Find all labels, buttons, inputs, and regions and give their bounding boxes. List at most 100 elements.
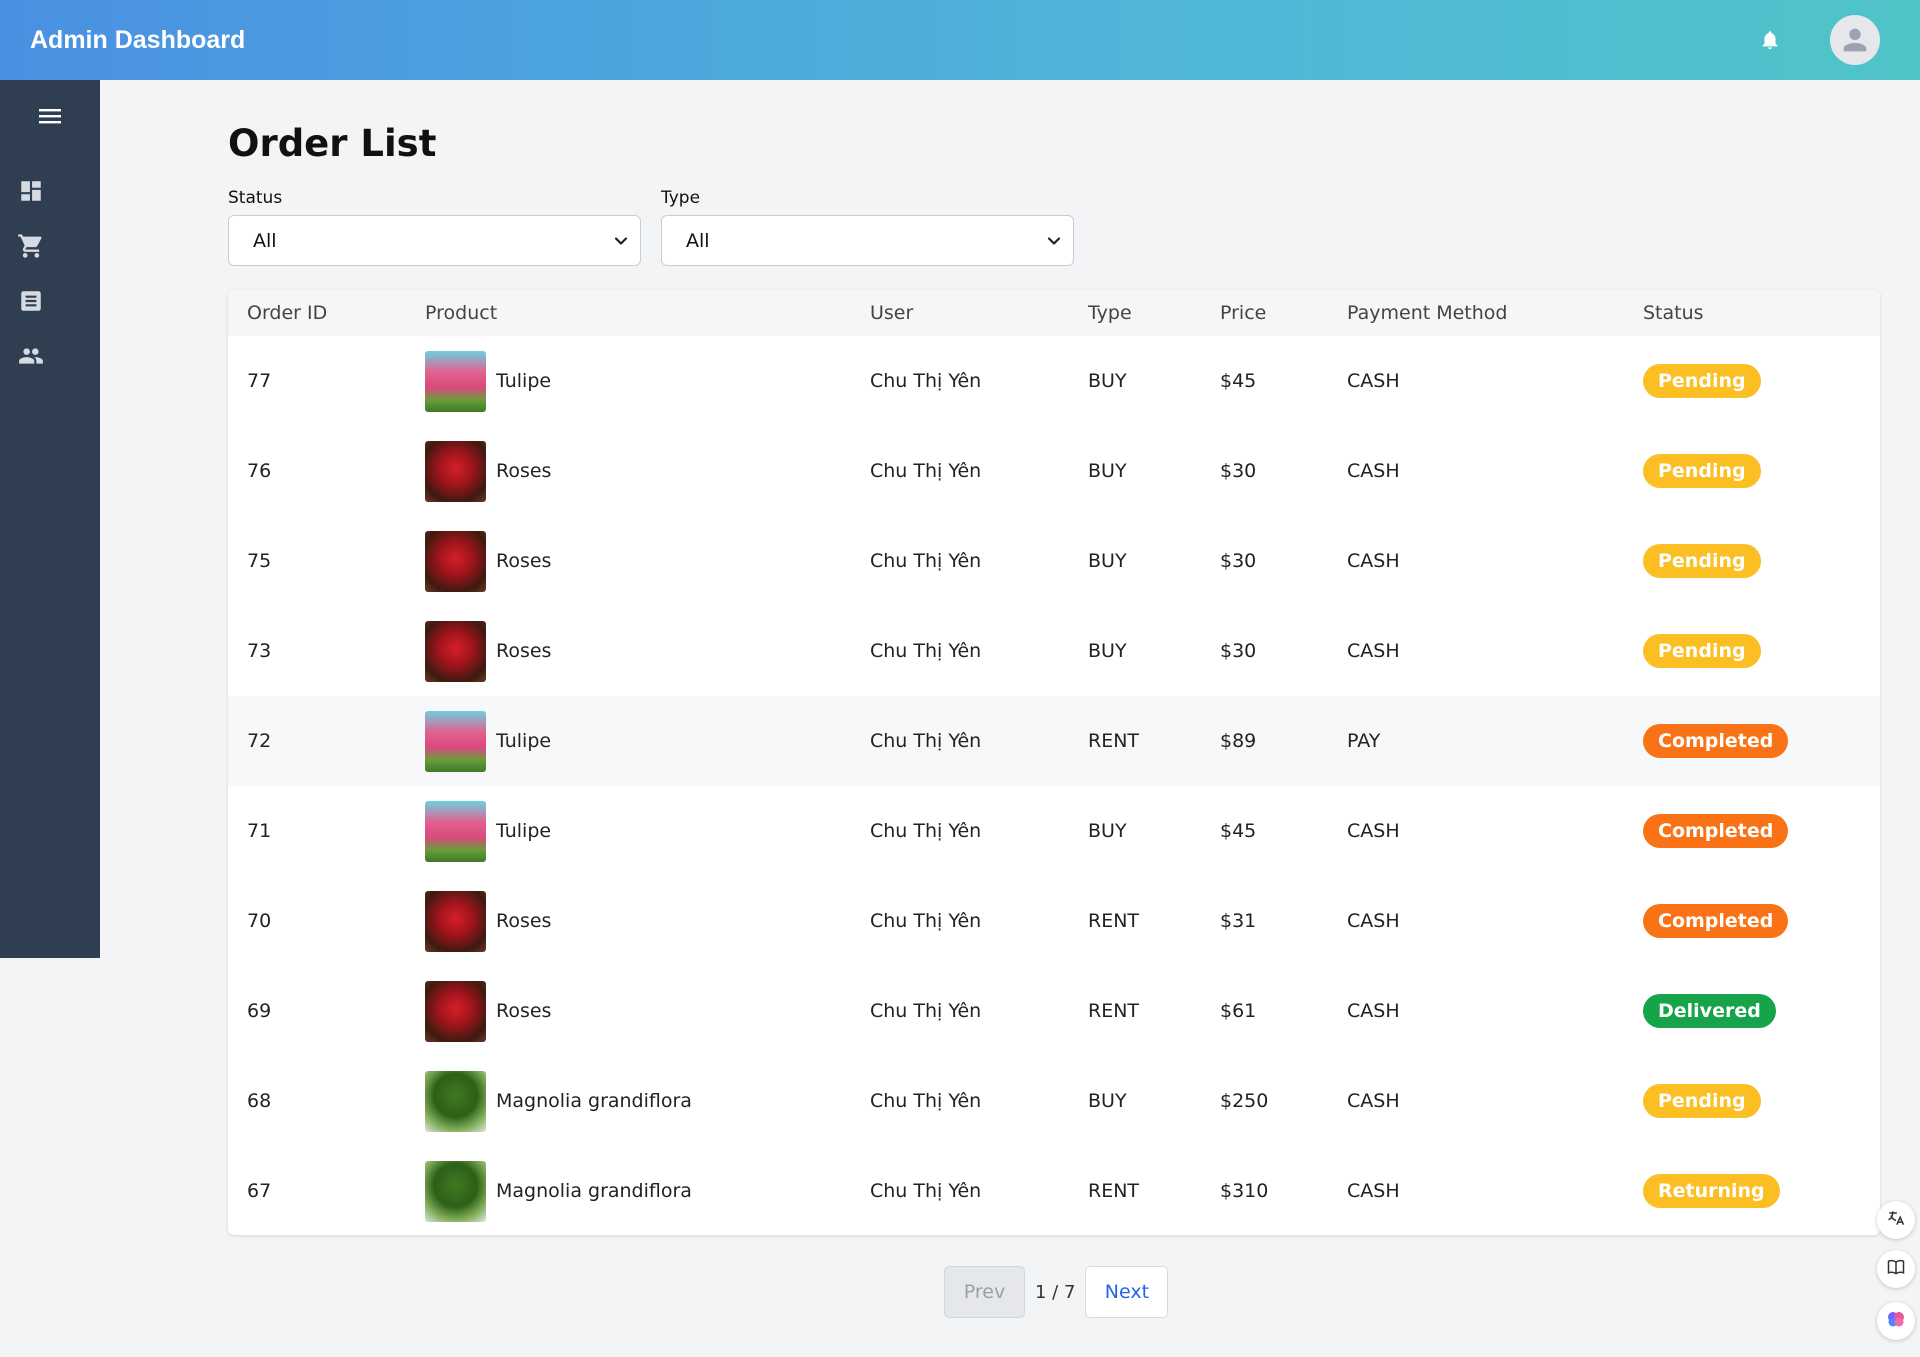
product-name: Roses [496,460,552,482]
user-cell: Chu Thị Yên [870,1000,982,1022]
product-thumbnail [425,620,486,682]
product-thumbnail [425,1070,486,1132]
table-row[interactable]: 69 Roses Chu Thị Yên RENT $61 CASH Delivered [228,966,1880,1056]
sidebar [0,80,100,958]
product-thumbnail [425,440,486,502]
status-badge: Completed [1643,814,1789,848]
sidebar-item-dashboard[interactable] [16,178,46,208]
user-cell: Chu Thị Yên [870,550,982,572]
chevron-down-icon [1045,232,1063,250]
payment-method-cell: CASH [1347,910,1400,932]
bell-icon[interactable] [1756,26,1784,54]
status-filter-select[interactable]: All [228,215,641,266]
payment-method-cell: CASH [1347,1000,1400,1022]
product-cell: Roses [425,606,551,696]
product-name: Roses [496,640,552,662]
type-cell: BUY [1088,820,1127,842]
table-row[interactable]: 71 Tulipe Chu Thị Yên BUY $45 CASH Completed [228,786,1880,876]
product-cell: Tulipe [425,786,551,876]
status-badge: Completed [1643,904,1789,938]
user-cell: Chu Thị Yên [870,820,982,842]
avatar[interactable] [1830,15,1880,65]
page-indicator: 1 / 7 [1035,1281,1076,1303]
product-cell: Magnolia grandiflora [425,1056,692,1146]
product-name: Magnolia grandiflora [496,1180,692,1202]
table-row[interactable]: 73 Roses Chu Thị Yên BUY $30 CASH Pending [228,606,1880,696]
user-cell: Chu Thị Yên [870,910,982,932]
price-cell: $89 [1220,730,1257,752]
table-row[interactable]: 76 Roses Chu Thị Yên BUY $30 CASH Pending [228,426,1880,516]
status-cell: Delivered [1643,966,1776,1056]
product-thumbnail [425,800,486,862]
chevron-down-icon [612,232,630,250]
order-id-cell: 69 [247,1000,272,1022]
price-cell: $45 [1220,370,1257,392]
table-row[interactable]: 75 Roses Chu Thị Yên BUY $30 CASH Pending [228,516,1880,606]
table-row[interactable]: 68 Magnolia grandiflora Chu Thị Yên BUY $250… [228,1056,1880,1146]
order-id-cell: 75 [247,550,272,572]
status-cell: Pending [1643,426,1761,516]
product-thumbnail [425,350,486,412]
product-cell: Roses [425,426,551,516]
column-header: Price [1220,302,1267,324]
price-cell: $61 [1220,1000,1257,1022]
product-name: Magnolia grandiflora [496,1090,692,1112]
product-cell: Magnolia grandiflora [425,1146,692,1235]
menu-icon [37,106,63,130]
product-cell: Tulipe [425,696,551,786]
product-name: Roses [496,910,552,932]
prev-page-button[interactable]: Prev [944,1266,1025,1318]
price-cell: $250 [1220,1090,1269,1112]
product-name: Roses [496,1000,552,1022]
table-row[interactable]: 77 Tulipe Chu Thị Yên BUY $45 CASH Pending [228,336,1880,426]
order-id-cell: 67 [247,1180,272,1202]
type-filter-select[interactable]: All [661,215,1074,266]
status-badge: Returning [1643,1174,1780,1208]
column-header: User [870,302,914,324]
type-filter-value: All [686,229,710,252]
column-header: Order ID [247,302,328,324]
sidebar-item-users[interactable] [16,343,46,373]
menu-toggle-button[interactable] [0,96,100,140]
ai-assistant-button[interactable] [1877,1302,1915,1340]
brain-icon [1884,1307,1908,1335]
status-badge: Delivered [1643,994,1776,1028]
table-row[interactable]: 70 Roses Chu Thị Yên RENT $31 CASH Completed [228,876,1880,966]
table-row[interactable]: 72 Tulipe Chu Thị Yên RENT $89 PAY Completed [228,696,1880,786]
sidebar-item-products[interactable] [16,288,46,318]
price-cell: $31 [1220,910,1257,932]
user-cell: Chu Thị Yên [870,1090,982,1112]
user-cell: Chu Thị Yên [870,370,982,392]
user-cell: Chu Thị Yên [870,1180,982,1202]
type-filter-label: Type [661,188,701,208]
translate-button[interactable] [1877,1201,1915,1239]
price-cell: $30 [1220,550,1257,572]
next-page-button[interactable]: Next [1085,1266,1169,1318]
book-icon [1886,1257,1906,1281]
status-cell: Returning [1643,1146,1780,1235]
product-thumbnail [425,890,486,952]
users-icon [16,343,46,373]
sidebar-item-orders[interactable] [16,233,46,263]
reader-button[interactable] [1877,1250,1915,1288]
price-cell: $45 [1220,820,1257,842]
product-cell: Roses [425,876,551,966]
column-header: Payment Method [1347,302,1508,324]
product-thumbnail [425,710,486,772]
user-cell: Chu Thị Yên [870,730,982,752]
product-name: Tulipe [496,370,552,392]
user-cell: Chu Thị Yên [870,460,982,482]
status-cell: Pending [1643,1056,1761,1146]
table-row[interactable]: 67 Magnolia grandiflora Chu Thị Yên RENT $31… [228,1146,1880,1235]
product-cell: Roses [425,966,551,1056]
status-cell: Pending [1643,336,1761,426]
type-cell: BUY [1088,640,1127,662]
order-id-cell: 76 [247,460,272,482]
product-thumbnail [425,1160,486,1222]
top-bar: Admin Dashboard [0,0,1920,80]
status-filter-value: All [253,229,277,252]
status-badge: Pending [1643,544,1761,578]
type-cell: BUY [1088,460,1127,482]
order-id-cell: 70 [247,910,272,932]
status-badge: Completed [1643,724,1789,758]
